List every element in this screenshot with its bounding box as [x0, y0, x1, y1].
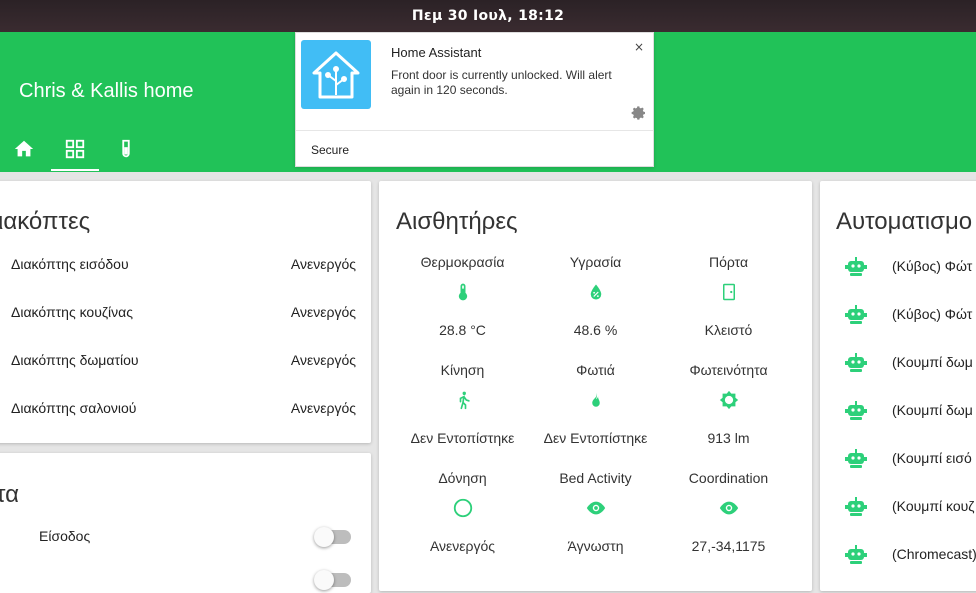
- walk-icon: [452, 389, 474, 411]
- automation-name: (Κουμπί δωμ: [892, 402, 973, 418]
- sensor-value: Ανενεργός: [429, 538, 496, 554]
- automations-card: Αυτοματισμο (Κύβος) Φώτ (Κύβος) Φώτ (Κου…: [820, 181, 976, 591]
- automation-name: (Κουμπί δωμ: [892, 354, 973, 370]
- switch-name: Διακόπτης κουζίνας: [11, 304, 133, 320]
- lock-toggle[interactable]: [314, 570, 351, 590]
- card-title: τα: [0, 481, 20, 508]
- card-title: Αισθητήρες: [396, 208, 518, 235]
- switch-name: Διακόπτης δωματίου: [11, 352, 139, 368]
- fire-icon: [585, 389, 607, 411]
- sensor-label: Φωτεινότητα: [689, 362, 768, 378]
- switch-state: Ανενεργός: [290, 352, 356, 368]
- sensor-label: Δόνηση: [438, 470, 487, 486]
- tab-dashboard[interactable]: [51, 127, 99, 171]
- eye-icon: [585, 497, 607, 519]
- system-top-bar: Πεμ 30 Ιουλ, 18:12: [0, 0, 976, 32]
- sensor-value: Δεν Εντοπίστηκε: [410, 430, 515, 446]
- close-icon[interactable]: ×: [634, 40, 644, 54]
- sensor-value: 27,-34,1175: [691, 538, 766, 554]
- door-icon: [718, 281, 740, 303]
- automation-item[interactable]: (Κουμπί δωμ: [820, 399, 976, 425]
- eye-icon: [718, 497, 740, 519]
- sensor-value: Κλειστό: [704, 322, 753, 338]
- sensor-value: 913 lm: [707, 430, 750, 446]
- lock-name: Είσοδος: [39, 528, 91, 544]
- card-title: ιακόπτες: [0, 208, 91, 235]
- locks-card: τα Είσοδος: [0, 453, 371, 593]
- switches-card: ιακόπτες Διακόπτης εισόδου Ανενεργός Δια…: [0, 181, 371, 443]
- automation-name: (Κουμπί κουζ: [892, 498, 975, 514]
- gear-icon[interactable]: [631, 105, 647, 125]
- automation-name: (Κουμπί εισό: [892, 450, 972, 466]
- switch-row[interactable]: Διακόπτης εισόδου Ανενεργός: [0, 256, 371, 276]
- circle-outline-icon: [452, 497, 474, 519]
- toggle-knob: [314, 527, 334, 547]
- switch-state: Ανενεργός: [290, 256, 356, 272]
- card-title: Αυτοματισμο: [836, 208, 973, 235]
- sensor-label: Coordination: [688, 470, 769, 486]
- toggle-knob: [314, 570, 334, 590]
- sensor-label: Θερμοκρασία: [420, 254, 505, 270]
- robot-icon: [844, 399, 868, 426]
- sensor-label: Bed Activity: [559, 470, 632, 486]
- notification-message: Front door is currently unlocked. Will a…: [391, 68, 612, 97]
- automation-item[interactable]: (Κουμπί δωμ: [820, 351, 976, 377]
- robot-icon: [844, 495, 868, 522]
- dashboard-grid-icon: [65, 139, 85, 159]
- clock[interactable]: Πεμ 30 Ιουλ, 18:12: [412, 8, 564, 24]
- notification-popup[interactable]: Home Assistant Front door is currently u…: [295, 32, 654, 167]
- sensor-value: Άγνωστη: [567, 538, 624, 554]
- automation-item[interactable]: (Κύβος) Φώτ: [820, 303, 976, 329]
- divider: [296, 130, 653, 131]
- secure-button[interactable]: Secure: [311, 143, 349, 157]
- robot-icon: [844, 447, 868, 474]
- sensor-label: Φωτιά: [576, 362, 615, 378]
- automation-name: (Κύβος) Φώτ: [892, 306, 973, 322]
- switch-row[interactable]: Διακόπτης σαλονιού Ανενεργός: [0, 400, 371, 420]
- sensors-card: Αισθητήρες Θερμοκρασία 28.8 °C Υγρασία 4…: [379, 181, 812, 591]
- automation-name: (Chromecast): [892, 546, 976, 562]
- switch-row[interactable]: Διακόπτης δωματίου Ανενεργός: [0, 352, 371, 372]
- automation-item[interactable]: (Κουμπί κουζ: [820, 495, 976, 521]
- automation-item[interactable]: (Κουμπί εισό: [820, 447, 976, 473]
- test-tube-icon: [122, 139, 130, 158]
- robot-icon: [844, 255, 868, 282]
- home-assistant-logo-icon: [301, 40, 371, 109]
- sensor-value: 48.6 %: [573, 322, 618, 338]
- home-icon: [14, 140, 34, 157]
- automation-item[interactable]: (Chromecast): [820, 543, 976, 569]
- lock-row[interactable]: Είσοδος: [0, 527, 371, 548]
- tab-test[interactable]: [102, 127, 150, 171]
- sensor-value: Δεν Εντοπίστηκε: [543, 430, 648, 446]
- water-percent-icon: [585, 281, 607, 303]
- switch-state: Ανενεργός: [290, 400, 356, 416]
- switch-state: Ανενεργός: [290, 304, 356, 320]
- sensor-label: Πόρτα: [708, 254, 749, 270]
- notification-title: Home Assistant: [391, 45, 482, 60]
- sensor-value: 28.8 °C: [439, 322, 486, 338]
- switch-name: Διακόπτης σαλονιού: [11, 400, 137, 416]
- lock-toggle[interactable]: [314, 527, 351, 547]
- automation-name: (Κύβος) Φώτ: [892, 258, 973, 274]
- robot-icon: [844, 351, 868, 378]
- switch-name: Διακόπτης εισόδου: [11, 256, 129, 272]
- automation-item[interactable]: (Κύβος) Φώτ: [820, 255, 976, 281]
- robot-icon: [844, 303, 868, 330]
- switch-row[interactable]: Διακόπτης κουζίνας Ανενεργός: [0, 304, 371, 324]
- tab-home[interactable]: [0, 127, 48, 171]
- page-title: Chris & Kallis home: [19, 80, 194, 102]
- sensor-label: Κίνηση: [440, 362, 485, 378]
- thermometer-icon: [452, 281, 474, 303]
- robot-icon: [844, 543, 868, 570]
- sensor-label: Υγρασία: [569, 254, 622, 270]
- brightness-icon: [718, 389, 740, 411]
